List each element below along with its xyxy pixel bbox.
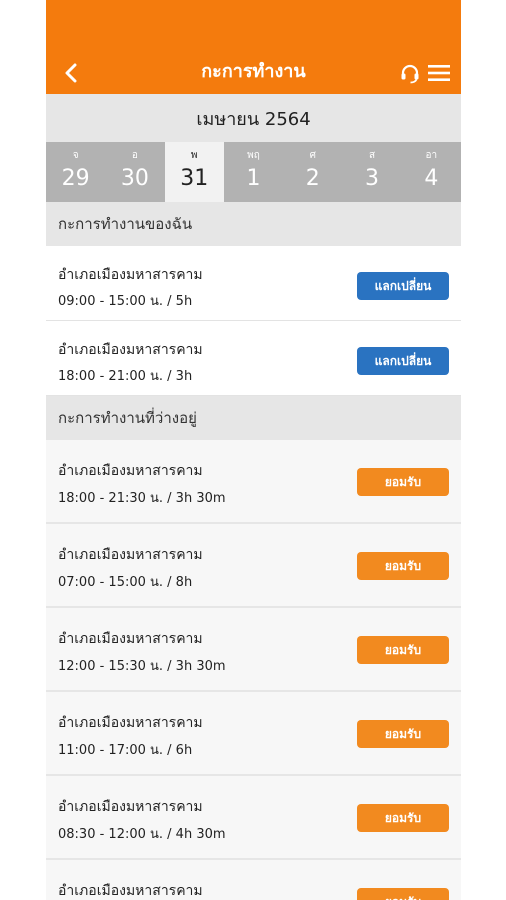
shift-time: 18:00 - 21:00 น. / 3h xyxy=(58,369,193,384)
available-shift-item: อำเภอเมืองมหาสารคาม 08:30 - 12:00 น. / 4… xyxy=(46,776,461,860)
available-shift-item: อำเภอเมืองมหาสารคาม 07:00 - 15:00 น. / 8… xyxy=(46,524,461,608)
accept-button[interactable]: ยอมรับ xyxy=(357,888,449,900)
shift-location: อำเภอเมืองมหาสารคาม xyxy=(58,463,203,479)
day-cell[interactable]: ศ2 xyxy=(283,142,342,202)
day-cell[interactable]: อ 30 xyxy=(105,142,164,202)
available-shifts-heading: กะการทำงานที่ว่างอยู่ xyxy=(46,396,461,440)
day-name: อ xyxy=(131,150,138,161)
day-number: 4 xyxy=(424,166,439,191)
day-number: 1 xyxy=(246,166,261,191)
my-shifts-heading: กะการทำงานของฉัน xyxy=(46,202,461,246)
shift-location: อำเภอเมืองมหาสารคาม xyxy=(58,547,203,563)
menu-button[interactable] xyxy=(425,60,453,86)
my-shift-item: อำเภอเมืองมหาสารคาม 09:00 - 15:00 น. / 5… xyxy=(46,246,461,321)
shift-time: 12:00 - 15:30 น. / 3h 30m xyxy=(58,659,226,674)
my-shift-item: อำเภอเมืองมหาสารคาม 18:00 - 21:00 น. / 3… xyxy=(46,321,461,396)
accept-button[interactable]: ยอมรับ xyxy=(357,636,449,664)
day-name: ส xyxy=(368,150,376,161)
swap-button[interactable]: แลกเปลี่ยน xyxy=(357,347,449,375)
available-shift-item: อำเภอเมืองมหาสารคาม 12:00 - 15:30 น. / 3… xyxy=(46,608,461,692)
headset-icon xyxy=(401,64,419,84)
support-button[interactable] xyxy=(397,60,423,86)
accept-button[interactable]: ยอมรับ xyxy=(357,720,449,748)
shift-time: 09:00 - 15:00 น. / 5h xyxy=(58,294,193,309)
day-name: ศ xyxy=(309,150,316,161)
day-name: พฤ xyxy=(247,150,260,161)
shift-location: อำเภอเมืองมหาสารคาม xyxy=(58,342,203,358)
shift-location: อำเภอเมืองมหาสารคาม xyxy=(58,267,203,283)
day-number: 30 xyxy=(120,166,149,191)
shift-location: อำเภอเมืองมหาสารคาม xyxy=(58,883,203,899)
shift-time: 18:00 - 21:30 น. / 3h 30m xyxy=(58,491,226,506)
app-header: กะการทำงาน xyxy=(46,0,461,94)
day-cell[interactable]: อา 4 xyxy=(402,142,461,202)
shift-time: 08:30 - 12:00 น. / 4h 30m xyxy=(58,827,226,842)
shift-location: อำเภอเมืองมหาสารคาม xyxy=(58,631,203,647)
day-cell[interactable]: พฤ 1 xyxy=(224,142,283,202)
swap-button[interactable]: แลกเปลี่ยน xyxy=(357,272,449,300)
day-cell[interactable]: จ 29 xyxy=(46,142,105,202)
available-shift-item: อำเภอเมืองมหาสารคาม 18:00 - 21:30 น. / 3… xyxy=(46,440,461,524)
day-number: 2 xyxy=(305,166,320,191)
available-shift-item: อำเภอเมืองมหาสารคาม ยอมรับ xyxy=(46,860,461,900)
day-name: อา xyxy=(425,150,438,161)
day-cell[interactable]: ส3 xyxy=(342,142,401,202)
day-name: จ xyxy=(72,150,79,161)
day-name: พ xyxy=(190,150,198,161)
available-shift-item: อำเภอเมืองมหาสารคาม 11:00 - 17:00 น. / 6… xyxy=(46,692,461,776)
shift-location: อำเภอเมืองมหาสารคาม xyxy=(58,799,203,815)
accept-button[interactable]: ยอมรับ xyxy=(357,552,449,580)
hamburger-menu-icon xyxy=(428,65,450,81)
accept-button[interactable]: ยอมรับ xyxy=(357,468,449,496)
day-number: 31 xyxy=(180,166,209,191)
shift-time: 11:00 - 17:00 น. / 6h xyxy=(58,743,193,758)
shift-time: 07:00 - 15:00 น. / 8h xyxy=(58,575,193,590)
app-screen: กะการทำงาน เมษายน 2564 จ 29 อ 30 พ 31 พฤ 1 ศ… xyxy=(46,0,461,900)
month-label: เมษายน 2564 xyxy=(46,94,461,142)
accept-button[interactable]: ยอมรับ xyxy=(357,804,449,832)
day-number: 3 xyxy=(365,166,380,191)
week-selector: จ 29 อ 30 พ 31 พฤ 1 ศ2 ส3 อา 4 xyxy=(46,142,461,202)
shift-location: อำเภอเมืองมหาสารคาม xyxy=(58,715,203,731)
day-number: 29 xyxy=(61,166,90,191)
day-cell-selected[interactable]: พ 31 xyxy=(164,142,224,202)
